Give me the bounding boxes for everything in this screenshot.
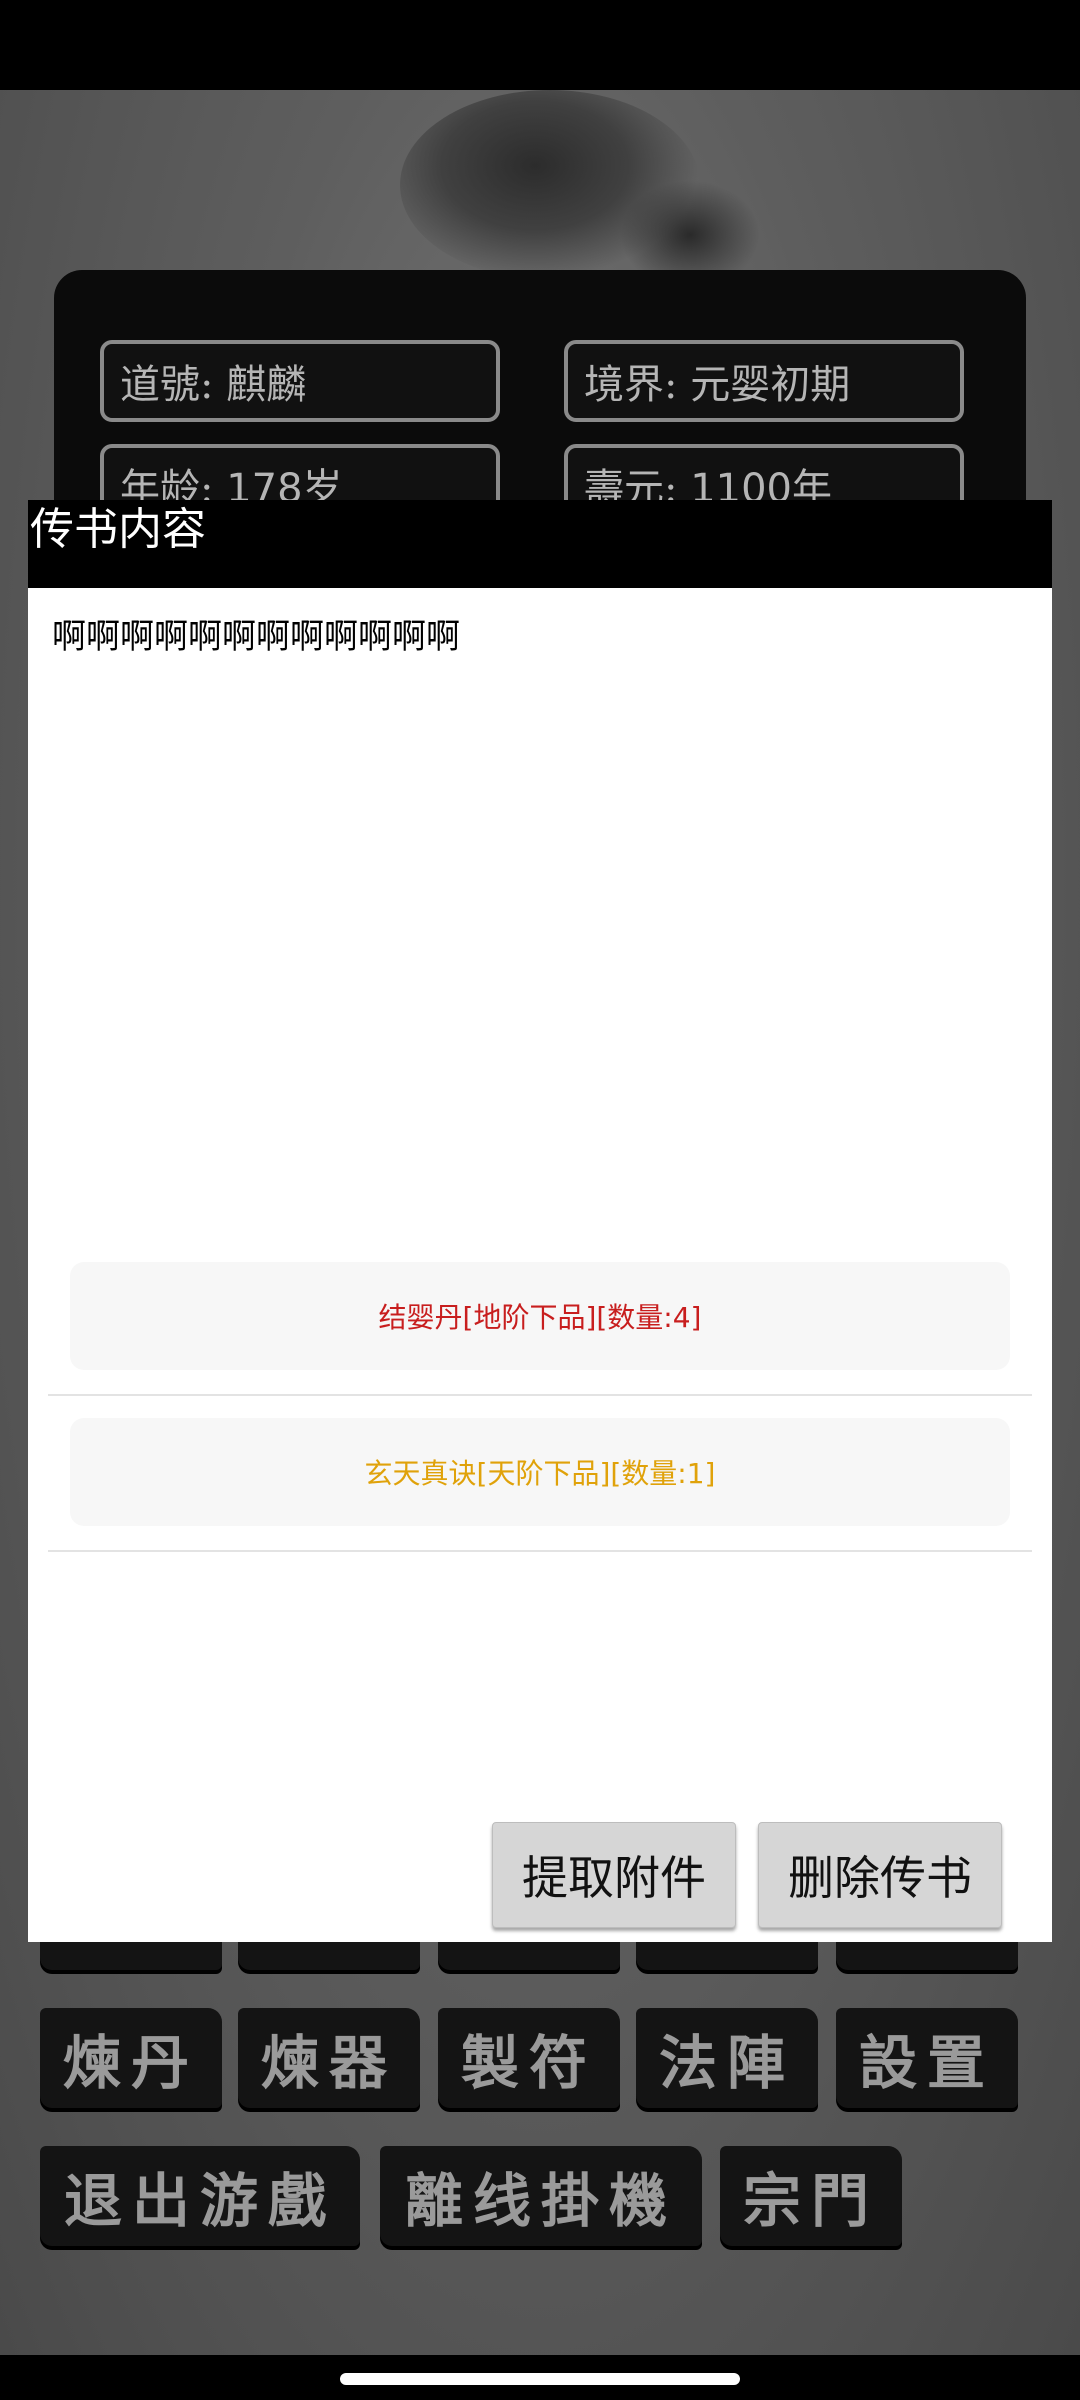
- realm-field: 境界: 元婴初期: [564, 340, 964, 422]
- mail-content-dialog: 传书内容 啊啊啊啊啊啊啊啊啊啊啊啊 结婴丹[地阶下品][数量:4] 玄天真诀[天…: [28, 500, 1052, 1942]
- realm-value: 元婴初期: [690, 362, 851, 408]
- menu-button-formation[interactable]: 法陣: [636, 2008, 818, 2108]
- menu-button-refining[interactable]: 煉器: [238, 2008, 420, 2108]
- attachment-label: 玄天真诀[天阶下品][数量:1]: [70, 1418, 1010, 1526]
- dao-name-value: 麒麟: [226, 362, 307, 408]
- dialog-title: 传书内容: [30, 504, 206, 555]
- navigation-bar: [0, 2355, 1080, 2400]
- attachment-item[interactable]: 结婴丹[地阶下品][数量:4]: [48, 1240, 1032, 1396]
- realm-label: 境界:: [584, 362, 678, 408]
- menu-button-offline-idle[interactable]: 離线掛機: [380, 2146, 702, 2246]
- menu-button-sect[interactable]: 宗門: [720, 2146, 902, 2246]
- home-indicator[interactable]: [340, 2373, 740, 2385]
- dialog-header: 传书内容: [28, 500, 1052, 588]
- attachment-list: 结婴丹[地阶下品][数量:4] 玄天真诀[天阶下品][数量:1]: [48, 1240, 1032, 1552]
- dao-name-field: 道號: 麒麟: [100, 340, 500, 422]
- dao-name-label: 道號:: [120, 362, 214, 408]
- attachment-item[interactable]: 玄天真诀[天阶下品][数量:1]: [48, 1396, 1032, 1552]
- attachment-label: 结婴丹[地阶下品][数量:4]: [70, 1262, 1010, 1370]
- screen: 道號: 麒麟 境界: 元婴初期 年龄: 178岁 壽元: 1100年 煉丹 煉器…: [0, 0, 1080, 2400]
- delete-mail-button[interactable]: 删除传书: [758, 1822, 1002, 1928]
- extract-attachment-button[interactable]: 提取附件: [492, 1822, 736, 1928]
- menu-button-settings[interactable]: 設置: [836, 2008, 1018, 2108]
- status-bar: [0, 0, 1080, 90]
- menu-button-talisman[interactable]: 製符: [438, 2008, 620, 2108]
- mail-message-text: 啊啊啊啊啊啊啊啊啊啊啊啊: [52, 617, 460, 657]
- menu-button-exit-game[interactable]: 退出游戲: [40, 2146, 360, 2246]
- menu-button-alchemy[interactable]: 煉丹: [40, 2008, 222, 2108]
